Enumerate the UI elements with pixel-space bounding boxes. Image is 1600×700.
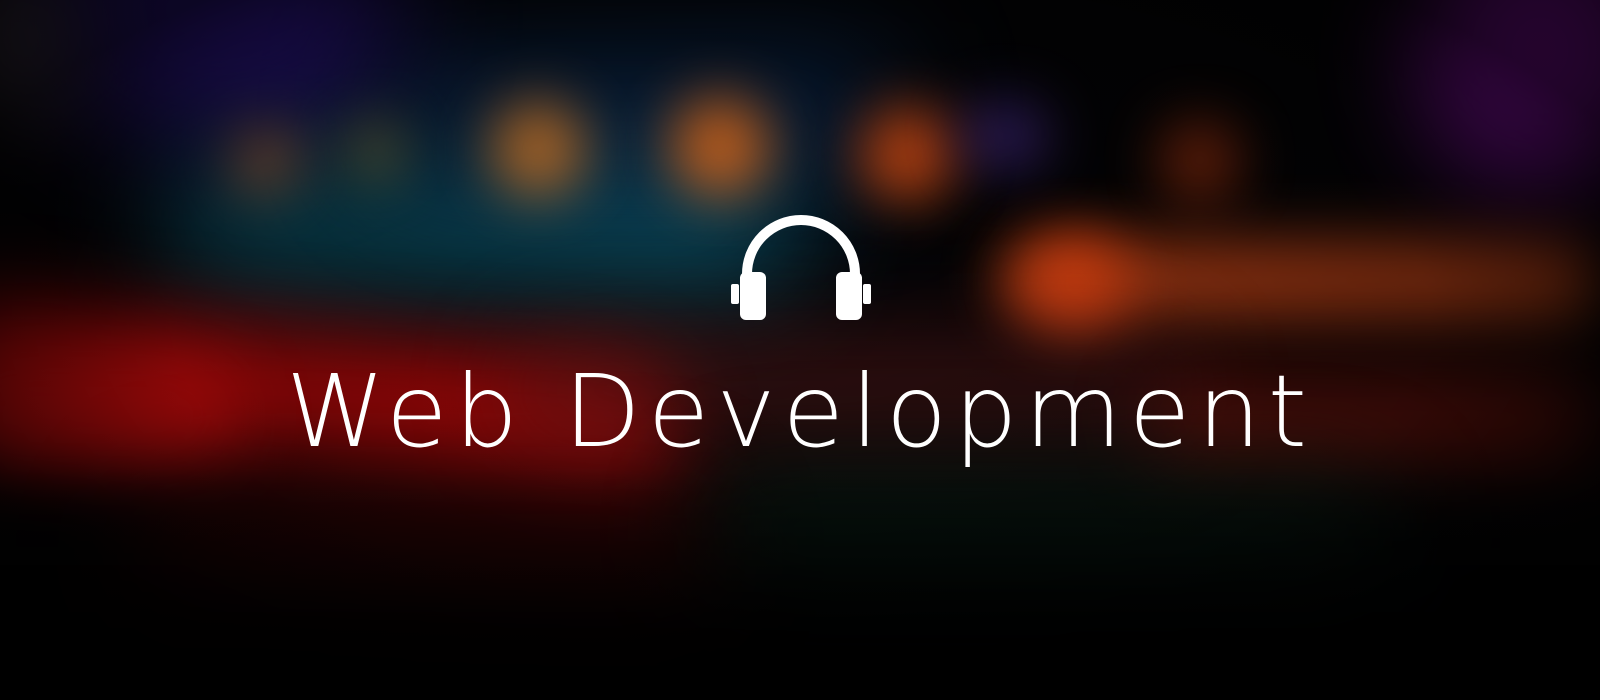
bottom-shade xyxy=(0,470,1600,700)
page-title: Web Development xyxy=(286,353,1314,470)
headphones-icon xyxy=(731,215,871,320)
hero-banner: Web Development xyxy=(0,0,1600,700)
